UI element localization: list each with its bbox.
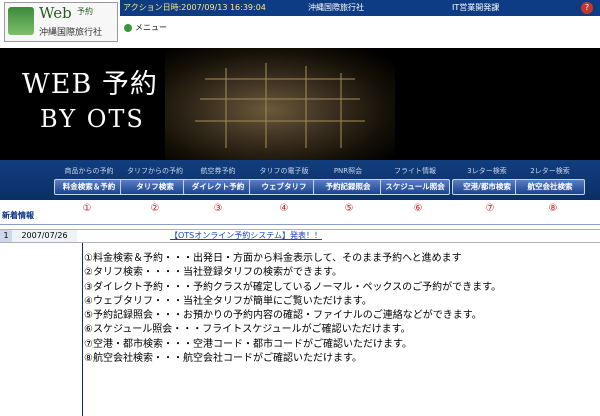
department-name: IT営業開発課 bbox=[452, 3, 500, 12]
logo-company-name: 沖縄国際旅行社 bbox=[39, 28, 103, 38]
nav-item-airline-search: 2レター検索 航空会社検索 bbox=[513, 160, 587, 200]
news-row-link[interactable]: 【OTSオンライン予約システム】発表！！ bbox=[170, 230, 322, 242]
logo-subtext: 予約 bbox=[77, 7, 93, 16]
agency-name: 沖縄国際旅行社 bbox=[308, 3, 364, 12]
nav-caption: フライト情報 bbox=[394, 167, 436, 175]
description-line: ⑥スケジュール照会・・・フライトスケジュールがご確認いただけます。 bbox=[84, 324, 411, 336]
banner-title: WEB 予約 bbox=[22, 69, 158, 100]
logo-text: Web bbox=[39, 4, 72, 22]
menu-bullet-icon bbox=[124, 23, 132, 32]
description-line: ①料金検索＆予約・・・出発日・方面から料金表示して、そのまま予約へと進めます bbox=[84, 253, 462, 264]
circled-number: ⑦ bbox=[485, 203, 495, 214]
logo-emblem-icon bbox=[8, 7, 34, 35]
fare-search-button[interactable]: 料金検索＆予約 bbox=[54, 179, 124, 195]
nav-caption: タリフの電子版 bbox=[259, 167, 309, 175]
tariff-search-button[interactable]: タリフ検索 bbox=[120, 179, 190, 195]
description-line: ②タリフ検索・・・・当社登録タリフの検索ができます。 bbox=[84, 267, 342, 279]
description-line: ④ウェブタリフ・・・当社全タリフが簡単にご覧いただけます。 bbox=[84, 295, 372, 307]
feature-descriptions: ①料金検索＆予約・・・出発日・方面から料金表示して、そのまま予約へと進めます ②… bbox=[84, 252, 594, 366]
nav-item-direct-booking: 航空券予約 ダイレクト予約 bbox=[181, 160, 255, 200]
hero-banner: WEB 予約 BY OTS bbox=[0, 48, 600, 160]
direct-booking-button[interactable]: ダイレクト予約 bbox=[183, 179, 253, 195]
news-row-date: 2007/07/26 bbox=[12, 230, 77, 242]
nav-caption: 航空券予約 bbox=[200, 167, 236, 175]
news-table: 1 2007/07/26 【OTSオンライン予約システム】発表！！ bbox=[0, 229, 600, 243]
description-line: ③ダイレクト予約・・・予約クラスが確定しているノーマル・ペックスのご予約ができま… bbox=[84, 281, 502, 293]
news-row-number: 1 bbox=[0, 230, 12, 242]
menu-label: メニュー bbox=[135, 23, 167, 32]
web-tariff-button[interactable]: ウェブタリフ bbox=[249, 179, 319, 195]
top-status-bar: アクション日時:2007/09/13 16:39:04 沖縄国際旅行社 IT営業… bbox=[120, 0, 600, 16]
circled-number: ⑥ bbox=[413, 203, 423, 214]
pnr-inquiry-button[interactable]: 予約記録照会 bbox=[313, 179, 383, 195]
nav-caption: 商品からの予約 bbox=[64, 167, 114, 175]
circled-number: ⑤ bbox=[344, 203, 354, 214]
description-line: ⑦空港・都市検索・・・空港コード・都市コードがご確認いただけます。 bbox=[84, 338, 412, 350]
site-logo[interactable]: Web 予約 沖縄国際旅行社 bbox=[4, 2, 118, 42]
nav-item-fare-search: 商品からの予約 料金検索＆予約 bbox=[52, 160, 126, 200]
nav-item-web-tariff: タリフの電子版 ウェブタリフ bbox=[247, 160, 321, 200]
circled-number: ① bbox=[82, 203, 92, 214]
help-icon[interactable]: ? bbox=[581, 2, 593, 14]
news-heading: 新着情報 bbox=[2, 211, 34, 220]
circled-number: ⑧ bbox=[548, 203, 558, 214]
nav-caption: 2レター検索 bbox=[530, 167, 570, 175]
circled-number: ② bbox=[150, 203, 160, 214]
news-divider bbox=[0, 224, 600, 225]
action-datetime: アクション日時:2007/09/13 16:39:04 bbox=[123, 3, 266, 12]
schedule-inquiry-button[interactable]: スケジュール照会 bbox=[380, 179, 450, 195]
circled-number: ③ bbox=[213, 203, 223, 214]
airport-city-search-button[interactable]: 空港/都市検索 bbox=[452, 179, 522, 195]
menu-link[interactable]: メニュー bbox=[124, 22, 167, 36]
banner-subtitle: BY OTS bbox=[40, 105, 145, 133]
nav-item-pnr-inquiry: PNR照会 予約記録照会 bbox=[311, 160, 385, 200]
circled-number: ④ bbox=[279, 203, 289, 214]
airline-search-button[interactable]: 航空会社検索 bbox=[515, 179, 585, 195]
nav-caption: PNR照会 bbox=[333, 167, 363, 175]
nav-item-schedule: フライト情報 スケジュール照会 bbox=[378, 160, 452, 200]
banner-building-image bbox=[165, 48, 395, 160]
content-divider bbox=[82, 243, 83, 416]
description-line: ⑧航空会社検索・・・航空会社コードがご確認いただけます。 bbox=[84, 353, 362, 365]
description-line: ⑤予約記録照会・・・お預かりの予約内容の確認・ファイナルのご連絡などができます。 bbox=[84, 310, 482, 322]
main-nav: 商品からの予約 料金検索＆予約 タリフからの予約 タリフ検索 航空券予約 ダイレ… bbox=[0, 160, 600, 200]
